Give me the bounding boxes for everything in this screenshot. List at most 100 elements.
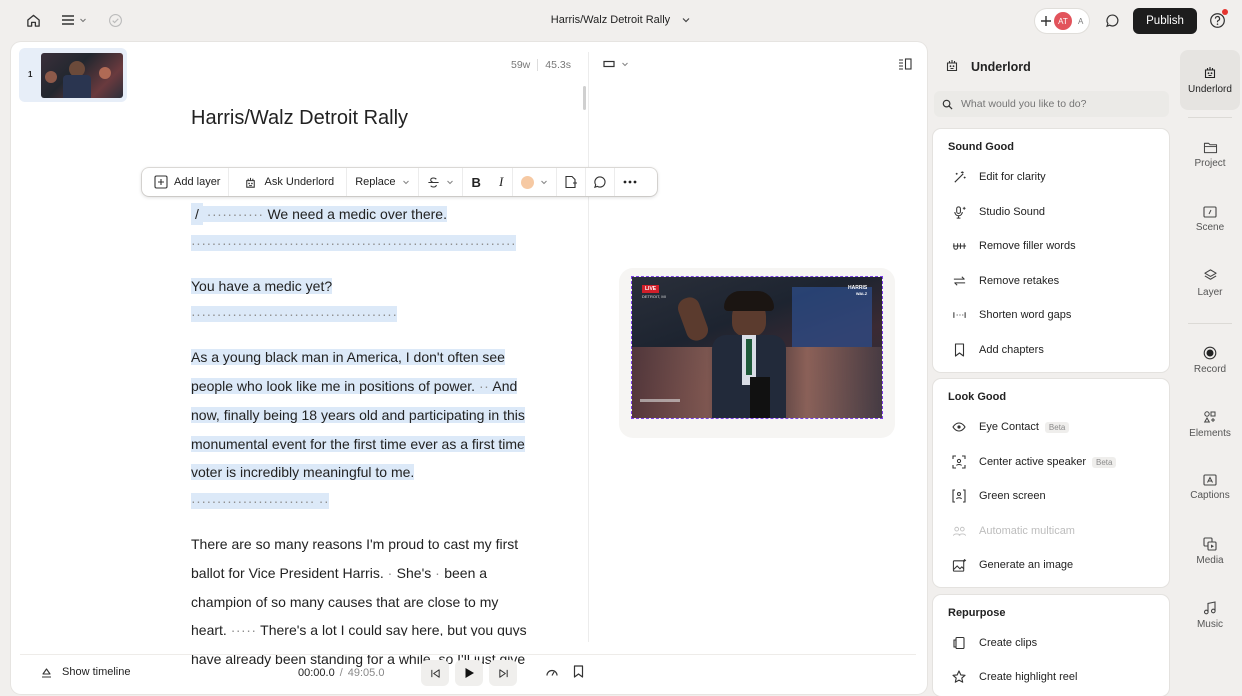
more-options-button[interactable]: [615, 168, 645, 196]
transcript-text[interactable]: We need a medic over there.: [267, 206, 447, 222]
add-collaborator-icon[interactable]: [1040, 15, 1052, 27]
create-clips-action[interactable]: Create clips: [933, 633, 1169, 653]
chevron-down-icon: [541, 180, 548, 185]
sidebar-item-record[interactable]: Record: [1180, 346, 1240, 375]
bold-button[interactable]: B: [463, 168, 490, 196]
sidebar-item-captions[interactable]: Captions: [1180, 474, 1240, 501]
replace-dropdown[interactable]: Replace: [347, 168, 419, 196]
script-stats: 59w 45.3s: [511, 59, 571, 71]
italic-button[interactable]: I: [490, 168, 514, 196]
silence-gap[interactable]: ·: [435, 565, 440, 581]
silence-gap[interactable]: ··: [478, 377, 490, 394]
add-chapters-action[interactable]: Add chapters: [933, 340, 1169, 360]
script-body[interactable]: / ··········· We need a medic over there…: [191, 200, 536, 674]
split-scene-button[interactable]: [557, 168, 587, 196]
silence-gap[interactable]: ··: [318, 493, 330, 510]
section-title: Repurpose: [948, 607, 1006, 619]
sidebar-item-music[interactable]: Music: [1180, 601, 1240, 630]
avatar-secondary[interactable]: A: [1078, 17, 1083, 26]
show-timeline-button[interactable]: Show timeline: [40, 666, 130, 678]
remove-retakes-action[interactable]: Remove retakes: [933, 271, 1169, 291]
underlord-icon: [944, 57, 960, 73]
transcript-text[interactable]: She's: [397, 565, 432, 581]
publish-button[interactable]: Publish: [1133, 8, 1197, 34]
action-label: Eye Contact: [979, 421, 1039, 433]
sidebar-item-label: Record: [1193, 364, 1227, 375]
create-highlight-reel-action[interactable]: Create highlight reel: [933, 667, 1169, 687]
comment-icon: [594, 176, 606, 189]
collaborators[interactable]: AT A: [1035, 9, 1089, 33]
search-field[interactable]: [961, 98, 1161, 110]
silence-gap[interactable]: ························: [191, 493, 315, 510]
music-icon: [1180, 601, 1240, 615]
skip-back-button[interactable]: [421, 660, 449, 686]
eye-icon: [949, 422, 969, 432]
split-divider[interactable]: [588, 52, 589, 642]
sidebar-item-underlord[interactable]: Underlord: [1180, 64, 1240, 95]
generate-image-action[interactable]: Generate an image: [933, 555, 1169, 575]
remove-filler-words-action[interactable]: Remove filler words: [933, 236, 1169, 256]
sidebar-item-elements[interactable]: Elements: [1180, 410, 1240, 439]
studio-sound-action[interactable]: Studio Sound: [933, 202, 1169, 222]
footer-divider: [20, 654, 916, 655]
skip-forward-icon: [498, 668, 508, 678]
action-label: Create clips: [979, 637, 1038, 649]
center-active-speaker-action[interactable]: Center active speaker Beta: [933, 452, 1169, 472]
playback-speed-icon[interactable]: [545, 666, 559, 679]
sidebar-item-layer[interactable]: Layer: [1180, 268, 1240, 298]
scene-thumbnail-image[interactable]: [41, 53, 123, 98]
doc-heading[interactable]: Harris/Walz Detroit Rally: [191, 107, 408, 130]
action-label: Edit for clarity: [979, 171, 1046, 183]
transcript-text[interactable]: You have a medic yet?: [191, 277, 333, 294]
strikethrough-button[interactable]: [419, 168, 463, 196]
sidebar-item-scene[interactable]: Scene: [1180, 206, 1240, 233]
text-color-button[interactable]: [513, 168, 558, 196]
chevron-down-icon: [402, 180, 409, 185]
aspect-ratio-button[interactable]: [603, 59, 629, 69]
skip-forward-button[interactable]: [489, 660, 517, 686]
bookmark-icon[interactable]: [573, 665, 584, 678]
script-duration: 45.3s: [545, 59, 571, 71]
split-scene-icon: [565, 175, 578, 189]
project-title-text[interactable]: Harris/Walz Detroit Rally: [551, 14, 670, 26]
script-paragraph[interactable]: There are so many reasons I'm proud to c…: [191, 530, 536, 674]
sidebar-item-label: Underlord: [1188, 84, 1232, 95]
play-icon: [465, 668, 474, 678]
sidebar-item-media[interactable]: Media: [1180, 537, 1240, 566]
play-button[interactable]: [455, 660, 483, 686]
star-icon: [949, 670, 969, 684]
script-scrollbar[interactable]: [583, 86, 586, 110]
top-bar: Harris/Walz Detroit Rally AT A Publish: [0, 0, 1242, 42]
elements-icon: [1180, 410, 1240, 424]
silence-gap[interactable]: ·: [388, 565, 393, 581]
sidebar-item-project[interactable]: Project: [1180, 141, 1240, 169]
script-paragraph[interactable]: / ··········· We need a medic over there…: [191, 200, 536, 258]
green-screen-action[interactable]: Green screen: [933, 486, 1169, 506]
comments-icon[interactable]: [1105, 13, 1120, 28]
text-format-toolbar: Add layer Ask Underlord Replace B I: [142, 168, 657, 196]
script-paragraph[interactable]: As a young black man in America, I don't…: [191, 343, 536, 516]
comment-button[interactable]: [586, 168, 616, 196]
underlord-icon: [246, 177, 256, 188]
chevron-down-icon[interactable]: [681, 15, 691, 25]
eye-contact-action[interactable]: Eye Contact Beta: [933, 417, 1169, 437]
underlord-search-input[interactable]: [934, 91, 1169, 117]
avatar[interactable]: AT: [1054, 12, 1072, 30]
silence-gap[interactable]: ········································: [191, 306, 398, 323]
ask-underlord-button[interactable]: Ask Underlord: [229, 168, 348, 196]
add-layer-button[interactable]: Add layer: [142, 168, 230, 196]
automatic-multicam-action[interactable]: Automatic multicam: [933, 521, 1169, 541]
beta-badge: Beta: [1044, 421, 1070, 433]
shorten-word-gaps-action[interactable]: Shorten word gaps: [933, 305, 1169, 325]
video-preview[interactable]: LIVE DETROIT, MI HARRIS WALZ: [631, 276, 883, 419]
toggle-panel-icon[interactable]: [898, 58, 912, 70]
notification-dot: [1222, 9, 1228, 15]
action-label: Remove filler words: [979, 240, 1076, 252]
green-screen-icon: [949, 489, 969, 503]
script-paragraph[interactable]: You have a medic yet? ··················…: [191, 272, 536, 330]
silence-gap[interactable]: ········································…: [191, 234, 517, 251]
edit-for-clarity-action[interactable]: Edit for clarity: [933, 167, 1169, 187]
transcript-text[interactable]: As a young black man in America, I don't…: [191, 349, 505, 394]
scene-break-marker[interactable]: /: [191, 203, 203, 225]
silence-gap[interactable]: ···········: [206, 206, 264, 222]
